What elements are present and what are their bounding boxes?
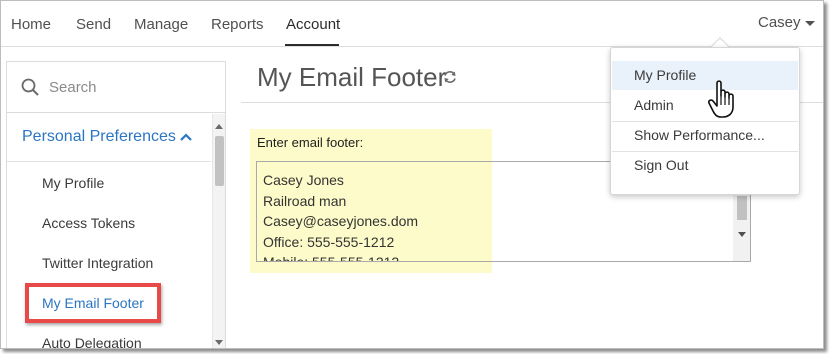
search-input[interactable]: Search (49, 79, 97, 96)
active-tab-indicator (285, 44, 339, 46)
app-window: Home Send Manage Reports Account Casey S… (0, 0, 824, 349)
nav-send[interactable]: Send (76, 16, 111, 33)
sidebar-item-access-tokens[interactable]: Access Tokens (42, 215, 135, 231)
user-menu-button[interactable]: Casey (758, 14, 815, 31)
footer-line: Mobile: 555-555-1212 (263, 254, 400, 262)
user-name: Casey (758, 14, 801, 31)
refresh-icon[interactable] (442, 69, 458, 85)
footer-text: Casey Jones Railroad man Casey@caseyjones.… (263, 170, 419, 262)
caret-down-icon (804, 20, 815, 26)
footer-label: Enter email footer: (257, 135, 364, 150)
scroll-down-arrow-icon[interactable] (215, 340, 223, 345)
sidebar-item-twitter-integration[interactable]: Twitter Integration (42, 255, 153, 271)
footer-line: Railroad man (263, 192, 347, 209)
section-label: Personal Preferences (22, 128, 176, 145)
scroll-down-arrow-icon[interactable] (738, 232, 746, 237)
menu-item-my-profile[interactable]: My Profile (612, 61, 798, 90)
nav-home[interactable]: Home (11, 16, 51, 33)
top-nav: Home Send Manage Reports Account Casey (1, 1, 823, 47)
scroll-thumb[interactable] (215, 136, 224, 186)
menu-item-show-performance[interactable]: Show Performance... (612, 121, 798, 150)
chevron-up-icon (180, 133, 192, 141)
menu-item-sign-out[interactable]: Sign Out (612, 151, 798, 180)
sidebar-scrollbar[interactable] (212, 114, 225, 348)
footer-line: Casey Jones (263, 172, 344, 188)
user-dropdown-menu: My Profile Admin Show Performance... Sig… (610, 47, 800, 195)
footer-line: Casey@caseyjones.dom (263, 213, 419, 229)
menu-item-admin[interactable]: Admin (612, 91, 798, 120)
scroll-up-arrow-icon[interactable] (215, 124, 223, 129)
hand-cursor-icon (708, 80, 734, 118)
section-personal-preferences[interactable]: Personal Preferences (7, 114, 211, 162)
footer-line: Office: 555-555-1212 (263, 233, 395, 250)
callout-highlight (25, 283, 161, 323)
page-title: My Email Footer (257, 62, 447, 92)
sidebar-item-auto-delegation[interactable]: Auto Delegation (42, 335, 142, 348)
search-icon (21, 78, 39, 96)
nav-manage[interactable]: Manage (134, 16, 188, 33)
nav-reports[interactable]: Reports (211, 16, 264, 33)
textarea-scroll-thumb[interactable] (737, 196, 747, 220)
sidebar-search[interactable]: Search (7, 62, 225, 113)
nav-account[interactable]: Account (286, 16, 340, 33)
sidebar-item-my-profile[interactable]: My Profile (42, 175, 104, 191)
